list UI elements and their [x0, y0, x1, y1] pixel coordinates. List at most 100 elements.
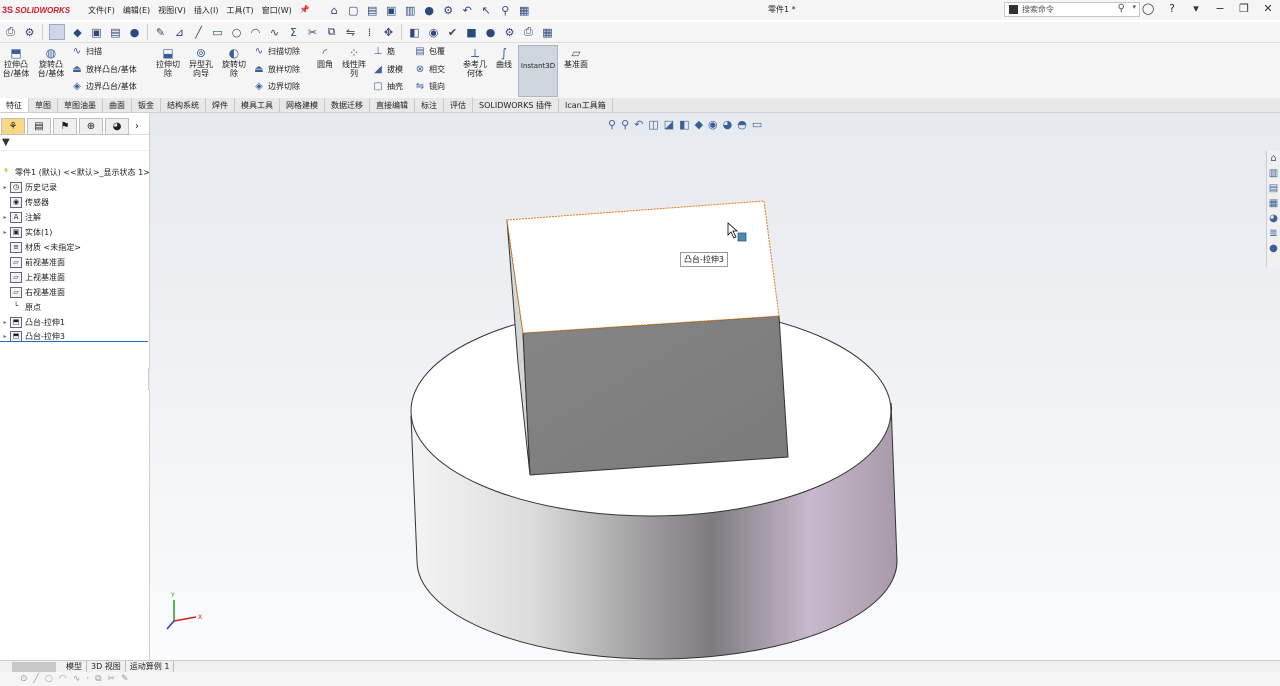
print-icon[interactable]: ▥: [404, 4, 417, 17]
open-icon[interactable]: ▤: [366, 4, 379, 17]
search-tool-icon[interactable]: ⚲: [499, 4, 512, 17]
close-icon[interactable]: ✕: [1262, 2, 1274, 15]
point-icon[interactable]: ·: [86, 674, 89, 684]
color-icon[interactable]: ◆: [71, 26, 84, 39]
menu-view[interactable]: 视图(V): [154, 5, 190, 16]
intersect-button[interactable]: ⊗ 相交: [414, 64, 445, 75]
target-icon[interactable]: ⊙: [20, 674, 28, 684]
help-icon[interactable]: ?: [1166, 2, 1178, 15]
pin-icon[interactable]: 📌: [296, 5, 314, 16]
sketch-icon[interactable]: ✎: [121, 674, 129, 684]
design-library-icon[interactable]: ▥: [1269, 168, 1278, 179]
block-top-face-selected[interactable]: [506, 200, 780, 334]
rib-button[interactable]: ⊥ 筋: [372, 46, 395, 57]
tab-sketch-ink[interactable]: 草图油墨: [58, 98, 103, 112]
expand-icon[interactable]: ▸: [0, 333, 10, 340]
menu-insert[interactable]: 插入(I): [190, 5, 223, 16]
curves-button[interactable]: ∫ 曲线: [491, 47, 517, 69]
panel-icon[interactable]: ▦: [518, 4, 531, 17]
spline-icon[interactable]: ∿: [268, 26, 281, 39]
tree-item-top-plane[interactable]: ▱ 上视基准面: [0, 270, 65, 284]
tab-3d-views[interactable]: 3D 视图: [87, 661, 126, 672]
tab-ican-toolbox[interactable]: Ican工具箱: [559, 98, 613, 112]
file-explorer-icon[interactable]: ▤: [1269, 183, 1278, 194]
wrap-button[interactable]: ▤ 包覆: [414, 46, 445, 57]
datum-plane-button[interactable]: ▱ 基准面: [560, 47, 592, 69]
menu-edit[interactable]: 编辑(E): [119, 5, 154, 16]
chevron-right-icon[interactable]: ›: [135, 121, 139, 132]
loft-cut-button[interactable]: ⏏ 放样切除: [253, 64, 300, 75]
sigma-icon[interactable]: Σ: [287, 26, 300, 39]
tab-sketch[interactable]: 草图: [29, 98, 58, 112]
extrude-boss-button[interactable]: ⬒ 拉伸凸 台/基体: [0, 47, 32, 78]
smart-dim-icon[interactable]: ⊿: [173, 26, 186, 39]
new-doc-icon[interactable]: ▢: [347, 4, 360, 17]
draft-button[interactable]: ◢ 拔模: [372, 64, 403, 75]
grid-icon[interactable]: ▦: [541, 26, 554, 39]
expand-icon[interactable]: ▸: [0, 229, 10, 236]
sketch-icon[interactable]: ✎: [154, 26, 167, 39]
tree-item-history[interactable]: ▸ ◷ 历史记录: [0, 180, 57, 194]
tab-annotation[interactable]: 标注: [415, 98, 444, 112]
view-palette-icon[interactable]: ▦: [1269, 198, 1278, 209]
tree-item-right-plane[interactable]: ▱ 右视基准面: [0, 285, 65, 299]
move-icon[interactable]: ✥: [382, 26, 395, 39]
arc-icon[interactable]: ◠: [249, 26, 262, 39]
appearances-icon[interactable]: ◕: [1269, 213, 1278, 224]
check-icon[interactable]: ✔: [446, 26, 459, 39]
mirror-icon[interactable]: ⇋: [344, 26, 357, 39]
line-icon[interactable]: ╱: [192, 26, 205, 39]
extrude-cut-button[interactable]: ⬓ 拉伸切 除: [152, 47, 184, 78]
filter-icon[interactable]: ▼: [2, 137, 10, 148]
menu-window[interactable]: 窗口(W): [258, 5, 296, 16]
stop-icon[interactable]: ■: [465, 26, 478, 39]
line-icon[interactable]: ╱: [34, 674, 39, 684]
tab-features[interactable]: 特征: [0, 98, 29, 112]
rebuild-icon[interactable]: ●: [423, 4, 436, 17]
tree-item-annotations[interactable]: ▸ A 注解: [0, 210, 41, 224]
tab-evaluate[interactable]: 评估: [444, 98, 473, 112]
boundary-boss-button[interactable]: ◈ 边界凸台/基体: [71, 81, 137, 92]
expand-icon[interactable]: ▸: [0, 214, 10, 221]
tree-item-boss-extrude1[interactable]: ▸ ⬒ 凸台-拉伸1: [0, 315, 65, 329]
offset-icon[interactable]: ⧉: [325, 25, 338, 39]
solidworks-resources-icon[interactable]: ⌂: [1270, 153, 1276, 164]
expand-icon[interactable]: ▸: [0, 184, 10, 191]
dimxpert-tab-icon[interactable]: ⊕: [79, 117, 103, 135]
display-manager-tab-icon[interactable]: ◕: [105, 117, 129, 135]
tab-mesh-modeling[interactable]: 网格建模: [280, 98, 325, 112]
circle-icon[interactable]: ○: [45, 674, 53, 684]
arc-icon[interactable]: ◠: [59, 674, 67, 684]
revolve-boss-button[interactable]: ◍ 旋转凸 台/基体: [34, 47, 68, 78]
tab-surfaces[interactable]: 曲面: [103, 98, 132, 112]
tree-item-material[interactable]: ≡ 材质 <未指定>: [0, 240, 81, 254]
menu-file[interactable]: 文件(F): [84, 5, 119, 16]
settings-icon[interactable]: ⚙: [503, 26, 516, 39]
select-arrow-icon[interactable]: [49, 24, 65, 40]
tree-item-sensors[interactable]: ◉ 传感器: [0, 195, 49, 209]
search-command-box[interactable]: 搜索命令 ⚲ ▾: [1004, 2, 1140, 17]
sphere-icon[interactable]: ●: [484, 26, 497, 39]
appearance-icon[interactable]: ◉: [427, 26, 440, 39]
custom-properties-icon[interactable]: ≣: [1269, 228, 1277, 239]
menu-tools[interactable]: 工具(T): [222, 5, 257, 16]
block-front-face[interactable]: [522, 315, 789, 476]
tab-solidworks-addins[interactable]: SOLIDWORKS 插件: [473, 98, 559, 112]
loft-button[interactable]: ⏏ 放样凸台/基体: [71, 64, 136, 75]
screenshot-icon[interactable]: ▤: [109, 26, 122, 39]
trim-icon[interactable]: ✂: [306, 26, 319, 39]
linear-pattern-button[interactable]: ⁘ 线性阵 列: [338, 47, 370, 78]
rect-icon[interactable]: ▭: [211, 26, 224, 39]
minimize-icon[interactable]: −: [1214, 2, 1226, 15]
tab-mold-tools[interactable]: 模具工具: [235, 98, 280, 112]
tab-direct-editing[interactable]: 直接编辑: [370, 98, 415, 112]
tab-motion-study[interactable]: 运动算例 1: [126, 661, 175, 672]
user-icon[interactable]: ◯: [1142, 2, 1154, 15]
circle-icon[interactable]: ○: [230, 26, 243, 39]
reference-geometry-button[interactable]: ⟂ 参考几 何体: [459, 47, 491, 78]
tab-weldments[interactable]: 焊件: [206, 98, 235, 112]
pattern-icon[interactable]: ⁞: [363, 26, 376, 39]
help-dropdown-icon[interactable]: ▾: [1190, 2, 1202, 15]
boundary-cut-button[interactable]: ◈ 边界切除: [253, 81, 300, 92]
print2-icon[interactable]: ⎙: [522, 25, 535, 39]
